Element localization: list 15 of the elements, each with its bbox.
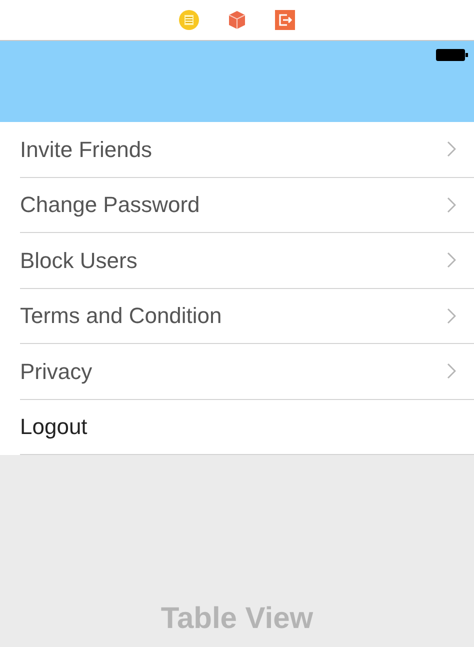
menu-item[interactable]: Terms and Condition [0,288,474,344]
chevron-icon [447,252,456,268]
menu-item[interactable]: Change Password [0,178,474,233]
chevron-icon [447,196,456,213]
notes-icon[interactable] [179,10,199,30]
chevron-icon [447,308,456,324]
menu-item[interactable]: Privacy [0,344,474,400]
exit-icon[interactable] [275,10,295,30]
chevron-icon [447,363,456,380]
menu-item[interactable]: Block Users [0,233,474,288]
cube-icon[interactable] [227,10,247,30]
chevron-icon [447,141,456,158]
menu-item[interactable]: Invite Friends [0,122,474,178]
menu-item[interactable]: Logout [0,400,474,455]
battery-icon [436,49,468,61]
